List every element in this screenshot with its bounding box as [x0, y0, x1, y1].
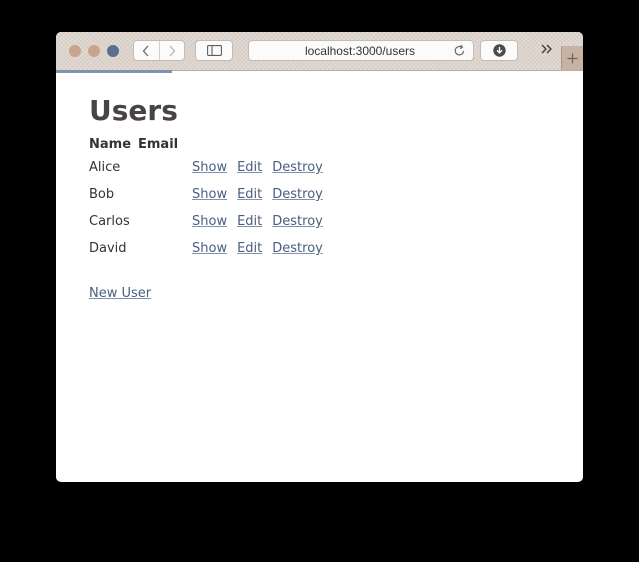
edit-link[interactable]: Edit — [237, 241, 262, 256]
minimize-window-button[interactable] — [88, 45, 100, 57]
user-name-cell: Carlos — [89, 214, 130, 229]
user-email-cell — [138, 208, 186, 235]
navigation-buttons — [133, 40, 185, 61]
user-name-cell: Alice — [89, 160, 121, 175]
sidebar-icon — [206, 45, 222, 56]
table-row: Alice Show Edit Destroy — [89, 154, 327, 181]
column-header-name: Name — [89, 137, 132, 152]
downloads-button[interactable] — [480, 40, 518, 61]
user-email-cell — [138, 235, 186, 262]
edit-link[interactable]: Edit — [237, 160, 262, 175]
back-button[interactable] — [134, 41, 159, 60]
show-link[interactable]: Show — [192, 160, 227, 175]
new-tab-button[interactable] — [561, 46, 583, 70]
close-window-button[interactable] — [69, 45, 81, 57]
table-row: Bob Show Edit Destroy — [89, 181, 327, 208]
show-link[interactable]: Show — [192, 187, 227, 202]
plus-icon — [567, 53, 578, 63]
destroy-link[interactable]: Destroy — [272, 160, 323, 175]
maximize-window-button[interactable] — [107, 45, 119, 57]
user-email-cell — [138, 154, 186, 181]
destroy-link[interactable]: Destroy — [272, 187, 323, 202]
users-table: Name Email Alice Show Edit Destroy Bob S… — [83, 137, 333, 262]
forward-button[interactable] — [158, 41, 185, 60]
page-title: Users — [89, 94, 178, 127]
page-content: Users Name Email Alice Show Edit Destroy — [89, 94, 333, 301]
table-header-row: Name Email — [89, 137, 327, 154]
user-name-cell: Bob — [89, 187, 115, 202]
page-load-progress — [56, 70, 172, 73]
user-name-cell: David — [89, 241, 127, 256]
reload-icon[interactable] — [453, 44, 466, 57]
show-link[interactable]: Show — [192, 214, 227, 229]
table-row: Carlos Show Edit Destroy — [89, 208, 327, 235]
table-row: David Show Edit Destroy — [89, 235, 327, 262]
user-email-cell — [138, 181, 186, 208]
address-text[interactable]: localhost:3000/users — [249, 41, 447, 60]
double-chevron-right-icon[interactable] — [540, 43, 554, 55]
destroy-link[interactable]: Destroy — [272, 214, 323, 229]
browser-window: localhost:3000/users Users Name Email Al… — [56, 32, 583, 482]
chevron-left-icon — [142, 45, 149, 56]
show-link[interactable]: Show — [192, 241, 227, 256]
new-user-link[interactable]: New User — [89, 286, 151, 301]
browser-toolbar: localhost:3000/users — [56, 32, 583, 71]
download-icon — [492, 44, 506, 57]
chevron-right-icon — [169, 45, 176, 56]
column-header-email: Email — [138, 137, 179, 152]
destroy-link[interactable]: Destroy — [272, 241, 323, 256]
edit-link[interactable]: Edit — [237, 214, 262, 229]
edit-link[interactable]: Edit — [237, 187, 262, 202]
sidebar-button[interactable] — [195, 40, 233, 61]
address-bar[interactable]: localhost:3000/users — [248, 40, 474, 61]
